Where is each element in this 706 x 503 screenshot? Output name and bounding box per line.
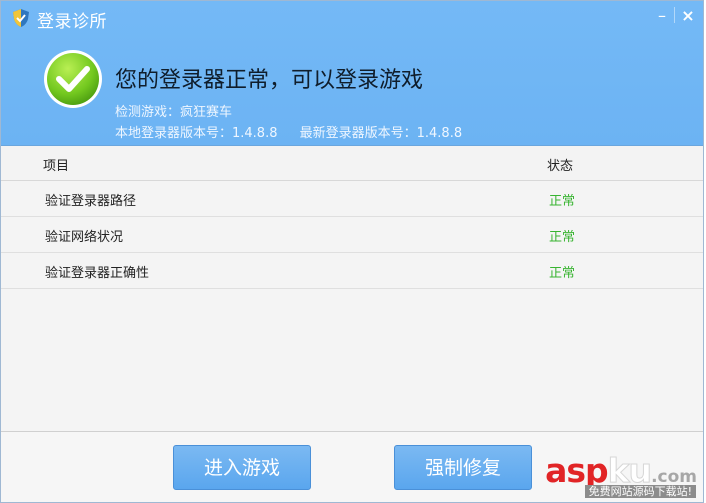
detected-game: 检测游戏：疯狂赛车 bbox=[115, 105, 233, 120]
version-info: 本地登录器版本号：1.4.8.8 最新登录器版本号：1.4.8.8 bbox=[115, 122, 462, 141]
shield-icon bbox=[13, 9, 29, 27]
status-header: 登录诊所 – × 您的登录器正常，可以登录游戏 检测游戏：疯狂赛车 本地登录器版… bbox=[1, 1, 703, 146]
watermark-com-text: .com bbox=[651, 467, 697, 487]
close-button[interactable]: × bbox=[677, 5, 699, 27]
local-version: 本地登录器版本号：1.4.8.8 bbox=[115, 126, 278, 141]
row-item-label: 验证登录器路径 bbox=[45, 194, 137, 209]
minimize-button[interactable]: – bbox=[651, 5, 673, 27]
row-status-label: 正常 bbox=[549, 230, 576, 245]
row-item-label: 验证登录器正确性 bbox=[45, 266, 150, 281]
table-row: 验证登录器路径 正常 bbox=[1, 181, 703, 217]
titlebar: 登录诊所 – × bbox=[1, 1, 703, 33]
site-watermark: aspku.com 免费网站源码下载站! bbox=[527, 451, 697, 498]
enter-game-button[interactable]: 进入游戏 bbox=[173, 445, 311, 490]
diagnosis-table: 项目 状态 验证登录器路径 正常 验证网络状况 正常 验证登录器正确性 正常 bbox=[1, 146, 703, 289]
column-header-status: 状态 bbox=[547, 159, 574, 174]
window-title: 登录诊所 bbox=[37, 12, 107, 32]
watermark-subtitle: 免费网站源码下载站! bbox=[584, 485, 696, 498]
column-header-item: 项目 bbox=[43, 159, 70, 174]
row-status-label: 正常 bbox=[549, 266, 576, 281]
window-button-separator bbox=[674, 7, 675, 23]
check-circle-icon bbox=[44, 50, 102, 108]
table-header: 项目 状态 bbox=[1, 146, 703, 181]
force-repair-button[interactable]: 强制修复 bbox=[394, 445, 532, 490]
table-row: 验证登录器正确性 正常 bbox=[1, 253, 703, 289]
status-message: 您的登录器正常，可以登录游戏 bbox=[115, 68, 424, 93]
latest-version: 最新登录器版本号：1.4.8.8 bbox=[299, 126, 463, 141]
table-row: 验证网络状况 正常 bbox=[1, 217, 703, 253]
login-diagnosis-window: 登录诊所 – × 您的登录器正常，可以登录游戏 检测游戏：疯狂赛车 本地登录器版… bbox=[0, 0, 704, 503]
row-status-label: 正常 bbox=[549, 194, 576, 209]
row-item-label: 验证网络状况 bbox=[45, 230, 124, 245]
footer-actions: 进入游戏 强制修复 aspku.com 免费网站源码下载站! bbox=[1, 431, 703, 502]
